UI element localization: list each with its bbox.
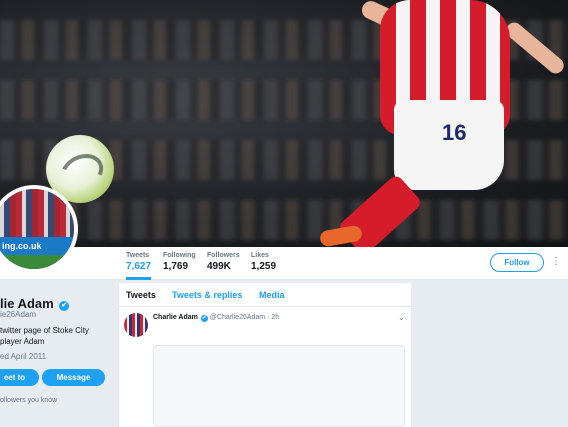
tab-tweets[interactable]: Tweets xyxy=(126,290,156,300)
avatar-grass xyxy=(0,254,74,269)
player-arm xyxy=(503,19,567,77)
stat-label: Followers xyxy=(207,252,240,259)
tab-media[interactable]: Media xyxy=(259,290,285,300)
follow-button[interactable]: Follow xyxy=(490,253,544,272)
avatar-board-text: ing.co.uk xyxy=(0,237,74,255)
stat-followers[interactable]: Followers 499K xyxy=(207,252,240,272)
tweet-time[interactable]: · 2h xyxy=(267,314,279,321)
verified-icon: ✔ xyxy=(59,301,70,311)
profile-nav: Tweets 7,627 Following 1,769 Followers 4… xyxy=(0,247,568,280)
avatar-crowd xyxy=(0,189,74,237)
tweet[interactable]: Charlie Adam ✔ @Charlie26Adam · 2h ⌄ xyxy=(119,307,411,427)
stat-likes[interactable]: Likes 1,259 xyxy=(251,252,276,272)
tweet-to-button[interactable]: eet to xyxy=(0,369,39,386)
tweet-author[interactable]: Charlie Adam xyxy=(153,314,198,321)
stat-tweets[interactable]: Tweets 7,627 xyxy=(126,252,152,280)
stat-value: 1,769 xyxy=(163,261,189,272)
stat-label: Following xyxy=(163,252,196,259)
header-photo: 16 xyxy=(0,0,568,247)
tab-tweets-replies[interactable]: Tweets & replies xyxy=(172,290,242,300)
profile-name[interactable]: lie Adam ✔ xyxy=(0,296,70,311)
tweet-handle[interactable]: @Charlie26Adam xyxy=(210,314,265,321)
stat-value: 7,627 xyxy=(126,261,152,272)
timeline-tabs: Tweets Tweets & replies Media xyxy=(119,283,411,307)
stat-label: Tweets xyxy=(126,252,150,259)
profile-bio: twitter page of Stoke City player Adam xyxy=(0,326,89,346)
more-options-icon[interactable]: ⋮ xyxy=(551,256,561,268)
stat-value: 499K xyxy=(207,261,231,272)
tweet-media[interactable] xyxy=(153,345,405,427)
joined-date: ed April 2011 xyxy=(0,352,47,361)
avatar[interactable]: ing.co.uk xyxy=(0,185,78,273)
message-button[interactable]: Message xyxy=(42,369,105,386)
tweet-header: Charlie Adam ✔ @Charlie26Adam · 2h xyxy=(153,314,279,322)
profile-handle[interactable]: ie26Adam xyxy=(0,310,36,319)
player-figure: 16 xyxy=(318,0,568,247)
timeline: Tweets Tweets & replies Media Charlie Ad… xyxy=(119,283,411,427)
stat-following[interactable]: Following 1,769 xyxy=(163,252,196,272)
profile-name-text: lie Adam xyxy=(0,296,54,311)
verified-icon: ✔ xyxy=(200,315,208,322)
tweet-menu-caret-icon[interactable]: ⌄ xyxy=(398,313,405,322)
shirt-number: 16 xyxy=(442,120,467,145)
tweet-avatar[interactable] xyxy=(124,313,148,337)
followers-you-know-link[interactable]: ollowers you know xyxy=(0,397,57,404)
stat-label: Likes xyxy=(251,252,269,259)
stat-value: 1,259 xyxy=(251,261,277,272)
